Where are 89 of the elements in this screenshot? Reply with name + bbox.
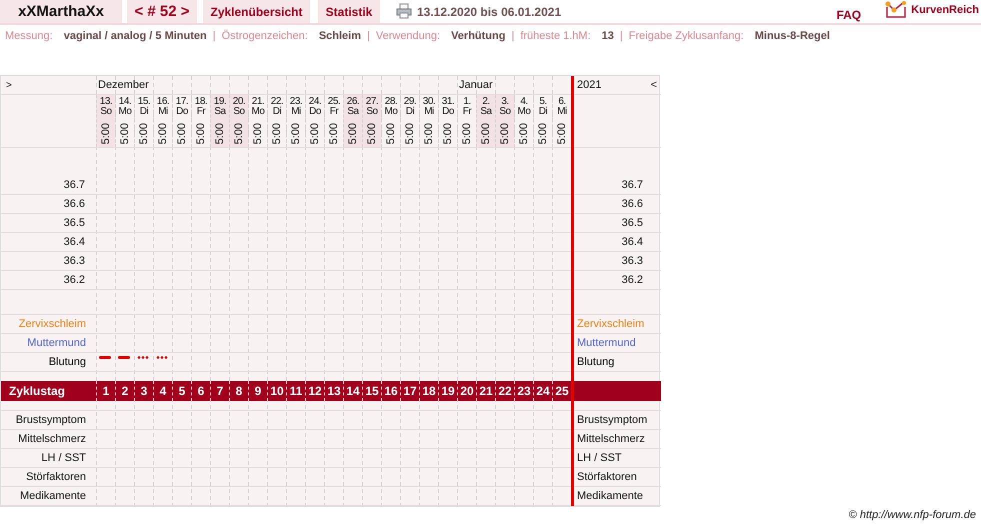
nav-tab[interactable]: Zyklenübersicht bbox=[203, 0, 310, 23]
cycle-day-number: 17 bbox=[400, 381, 419, 401]
temperature-label: 36.2 bbox=[62, 273, 86, 288]
cycle-day-number: 6 bbox=[191, 381, 210, 401]
day-header: 27. So 5:00 bbox=[362, 95, 381, 147]
row-label: Zervixschleim bbox=[576, 317, 646, 332]
scroll-left-button[interactable]: > bbox=[1, 76, 96, 94]
copyright-text: © http://www.nfp-forum.de bbox=[848, 509, 976, 521]
row-label: Brustsymptom bbox=[576, 413, 648, 428]
row-label: Störfaktoren bbox=[576, 470, 638, 485]
row-label: Mittelschmerz bbox=[576, 432, 646, 447]
separator: | bbox=[212, 30, 216, 42]
temperature-label: 36.3 bbox=[62, 254, 86, 269]
setting-label: Verwendung: bbox=[376, 30, 440, 42]
cycle-day-number: 11 bbox=[286, 381, 305, 401]
temperature-label: 36.7 bbox=[620, 178, 644, 193]
scroll-right-button[interactable]: < bbox=[650, 79, 657, 91]
separator: | bbox=[620, 30, 623, 42]
row-label: Medikamente bbox=[576, 489, 644, 504]
setting-value: Minus-8-Regel bbox=[754, 30, 830, 42]
cycle-day-number: 10 bbox=[267, 381, 286, 401]
cycle-day-number: 18 bbox=[419, 381, 438, 401]
setting-label: Freigabe Zyklusanfang: bbox=[628, 30, 744, 42]
cycle-day-number: 12 bbox=[305, 381, 324, 401]
cycle-day-number: 23 bbox=[514, 381, 533, 401]
row-label: Störfaktoren bbox=[25, 470, 87, 485]
setting-value: vaginal / analog / 5 Minuten bbox=[64, 30, 207, 42]
row-label: LH / SST bbox=[576, 451, 623, 466]
temperature-label: 36.3 bbox=[620, 254, 644, 269]
row-label: Mittelschmerz bbox=[17, 432, 87, 447]
cycle-day-number: 9 bbox=[248, 381, 267, 401]
date-range: 13.12.2020 bis 06.01.2021 bbox=[417, 5, 562, 19]
temperature-label: 36.6 bbox=[62, 197, 86, 212]
cycle-day-number: 3 bbox=[134, 381, 153, 401]
setting-label: früheste 1.hM: bbox=[520, 30, 591, 42]
row-label: LH / SST bbox=[40, 451, 87, 466]
temperature-label: 36.2 bbox=[620, 273, 644, 288]
temperature-label: 36.6 bbox=[620, 197, 644, 212]
cycle-day-number: 8 bbox=[229, 381, 248, 401]
printer-icon[interactable] bbox=[396, 3, 412, 19]
day-header: 13. So 5:00 bbox=[96, 95, 115, 147]
cycle-day-number: 15 bbox=[362, 381, 381, 401]
month-label: Januar bbox=[458, 79, 494, 91]
row-label: Zervixschleim bbox=[18, 317, 87, 332]
setting-value: Schleim bbox=[318, 30, 361, 42]
cycle-day-label: Zyklustag bbox=[8, 383, 66, 400]
separator: | bbox=[511, 30, 514, 42]
cycle-day-number: 19 bbox=[438, 381, 457, 401]
cycle-day-number: 4 bbox=[153, 381, 172, 401]
cycle-day-number: 7 bbox=[210, 381, 229, 401]
temperature-label: 36.5 bbox=[620, 216, 644, 231]
temperature-label: 36.4 bbox=[62, 235, 86, 250]
day-header: 3. So 5:00 bbox=[495, 95, 514, 147]
cycle-day-number: 22 bbox=[495, 381, 514, 401]
day-header: 26. Sa 5:00 bbox=[343, 95, 362, 147]
year-label: 2021 bbox=[577, 79, 602, 91]
cycle-day-number: 24 bbox=[533, 381, 552, 401]
cycle-day-number: 5 bbox=[172, 381, 191, 401]
site-logo-link[interactable]: KurvenReich bbox=[911, 4, 979, 16]
nav-tab[interactable]: Statistik bbox=[318, 0, 380, 23]
setting-label: Östrogenzeichen: bbox=[222, 30, 308, 42]
cycle-day-number: 20 bbox=[457, 381, 476, 401]
setting-value: Verhütung bbox=[451, 30, 506, 42]
day-header: 2. Sa 5:00 bbox=[476, 95, 495, 147]
user-name: xXMarthaXx bbox=[0, 0, 122, 23]
temperature-label: 36.5 bbox=[62, 216, 86, 231]
cycle-day-number: 2 bbox=[115, 381, 134, 401]
temperature-label: 36.4 bbox=[620, 235, 644, 250]
row-label: Muttermund bbox=[576, 336, 637, 351]
row-label: Medikamente bbox=[18, 489, 87, 504]
row-label: Blutung bbox=[576, 355, 616, 370]
setting-label: Messung: bbox=[5, 30, 53, 42]
temperature-label: 36.7 bbox=[62, 178, 86, 193]
cycle-day-number: 1 bbox=[96, 381, 115, 401]
cycle-day-number: 21 bbox=[476, 381, 495, 401]
row-label: Muttermund bbox=[26, 336, 87, 351]
cycle-day-number: 16 bbox=[381, 381, 400, 401]
day-header: 19. Sa 5:00 bbox=[210, 95, 229, 147]
month-label: Dezember bbox=[97, 79, 150, 91]
faq-link[interactable]: FAQ bbox=[836, 8, 862, 22]
cycle-day-number: 13 bbox=[324, 381, 343, 401]
chart-logo-icon bbox=[885, 1, 908, 19]
row-label: Brustsymptom bbox=[14, 413, 87, 428]
cycle-navigation-link[interactable]: < # 52 > bbox=[127, 0, 197, 23]
day-header: 20. So 5:00 bbox=[229, 95, 248, 147]
separator: | bbox=[367, 30, 370, 42]
setting-value: 13 bbox=[602, 30, 614, 42]
row-label: Blutung bbox=[48, 355, 87, 370]
cycle-day-number: 14 bbox=[343, 381, 362, 401]
